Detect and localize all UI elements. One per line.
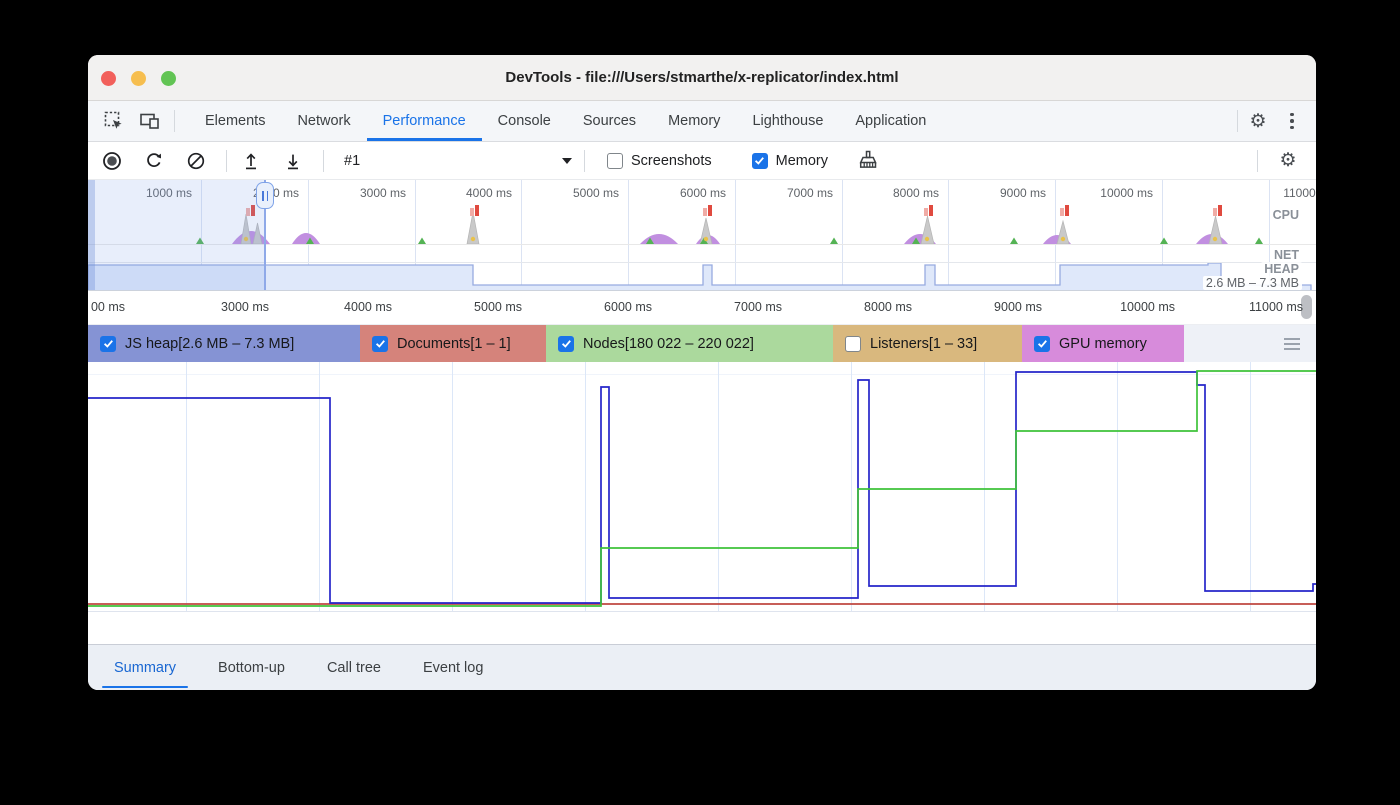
collect-garbage-icon[interactable] <box>854 147 882 175</box>
gpu-memory-checkbox[interactable] <box>1034 336 1050 352</box>
divider <box>323 150 324 172</box>
screenshots-label: Screenshots <box>631 153 712 169</box>
timeline-overview[interactable]: 1000 ms2000 ms3000 ms4000 ms5000 ms6000 … <box>88 180 1316 291</box>
legend-listeners[interactable]: Listeners[1 – 33] <box>833 325 1022 362</box>
overview-heap-graph <box>88 263 1316 291</box>
legend-gpu-memory[interactable]: GPU memory <box>1022 325 1184 362</box>
recording-select-value: #1 <box>344 153 360 169</box>
dropdown-caret-icon <box>562 158 572 164</box>
tab-network[interactable]: Network <box>281 101 366 141</box>
tab-memory[interactable]: Memory <box>652 101 736 141</box>
divider <box>584 150 585 172</box>
net-lane-label: NET <box>1271 248 1302 262</box>
tab-console[interactable]: Console <box>482 101 567 141</box>
tab-elements[interactable]: Elements <box>189 101 281 141</box>
heap-range-label: 2.6 MB – 7.3 MB <box>1203 276 1302 290</box>
listeners-label: Listeners[1 – 33] <box>870 336 977 352</box>
detail-tabbar: Summary Bottom-up Call tree Event log <box>88 644 1316 690</box>
memory-counters-legend: JS heap[2.6 MB – 7.3 MB] Documents[1 – 1… <box>88 325 1316 362</box>
memory-counters-chart[interactable] <box>88 362 1316 612</box>
tab-lighthouse[interactable]: Lighthouse <box>736 101 839 141</box>
legend-nodes[interactable]: Nodes[180 022 – 220 022] <box>546 325 833 362</box>
inspect-element-icon[interactable] <box>100 107 128 135</box>
detail-time-ruler: 00 ms3000 ms4000 ms5000 ms6000 ms7000 ms… <box>88 291 1316 325</box>
record-button[interactable] <box>98 147 126 175</box>
capture-settings-gear-icon[interactable]: ⚙ <box>1274 147 1302 175</box>
divider <box>1237 110 1238 132</box>
save-profile-icon[interactable] <box>279 147 307 175</box>
legend-menu-icon[interactable] <box>1284 338 1300 350</box>
devtools-window: DevTools - file:///Users/stmarthe/x-repl… <box>88 55 1316 690</box>
heap-lane-label: HEAP <box>1261 262 1302 276</box>
tab-performance[interactable]: Performance <box>367 101 482 141</box>
divider <box>226 150 227 172</box>
nodes-checkbox[interactable] <box>558 336 574 352</box>
memory-toggle[interactable]: Memory <box>752 153 828 169</box>
panel-tabs: Elements Network Performance Console Sou… <box>189 101 942 141</box>
js-heap-label: JS heap[2.6 MB – 7.3 MB] <box>125 336 294 352</box>
memory-label: Memory <box>776 153 828 169</box>
window-titlebar: DevTools - file:///Users/stmarthe/x-repl… <box>88 55 1316 101</box>
cpu-lane-label: CPU <box>1270 208 1302 222</box>
more-options-icon[interactable] <box>1278 107 1306 135</box>
devtools-tabbar: Elements Network Performance Console Sou… <box>88 101 1316 142</box>
documents-checkbox[interactable] <box>372 336 388 352</box>
clear-recording-button[interactable] <box>182 147 210 175</box>
settings-gear-icon[interactable]: ⚙ <box>1244 107 1272 135</box>
divider <box>174 110 175 132</box>
legend-js-heap[interactable]: JS heap[2.6 MB – 7.3 MB] <box>88 325 360 362</box>
tab-bottom-up[interactable]: Bottom-up <box>204 645 299 690</box>
screenshots-toggle[interactable]: Screenshots <box>607 153 712 169</box>
load-profile-icon[interactable] <box>237 147 265 175</box>
documents-label: Documents[1 – 1] <box>397 336 511 352</box>
js-heap-checkbox[interactable] <box>100 336 116 352</box>
screen-background: DevTools - file:///Users/stmarthe/x-repl… <box>0 0 1400 805</box>
selection-drag-handle[interactable] <box>256 182 274 209</box>
overview-selected-range[interactable] <box>88 180 266 291</box>
overview-net-lane <box>88 250 1316 263</box>
performance-toolbar: #1 Screenshots Memory <box>88 142 1316 180</box>
gpu-memory-label: GPU memory <box>1059 336 1147 352</box>
tab-summary[interactable]: Summary <box>100 645 190 690</box>
tab-event-log[interactable]: Event log <box>409 645 497 690</box>
listeners-checkbox[interactable] <box>845 336 861 352</box>
tab-application[interactable]: Application <box>839 101 942 141</box>
nodes-label: Nodes[180 022 – 220 022] <box>583 336 754 352</box>
reload-record-button[interactable] <box>140 147 168 175</box>
tab-call-tree[interactable]: Call tree <box>313 645 395 690</box>
device-toolbar-icon[interactable] <box>136 107 164 135</box>
recording-select[interactable]: #1 <box>334 148 582 174</box>
window-title: DevTools - file:///Users/stmarthe/x-repl… <box>88 55 1316 101</box>
screenshots-checkbox[interactable] <box>607 153 623 169</box>
counter-series-plot <box>88 362 1316 612</box>
memory-checkbox[interactable] <box>752 153 768 169</box>
legend-tail <box>1184 325 1316 362</box>
tab-sources[interactable]: Sources <box>567 101 652 141</box>
divider <box>1257 150 1258 172</box>
legend-documents[interactable]: Documents[1 – 1] <box>360 325 546 362</box>
